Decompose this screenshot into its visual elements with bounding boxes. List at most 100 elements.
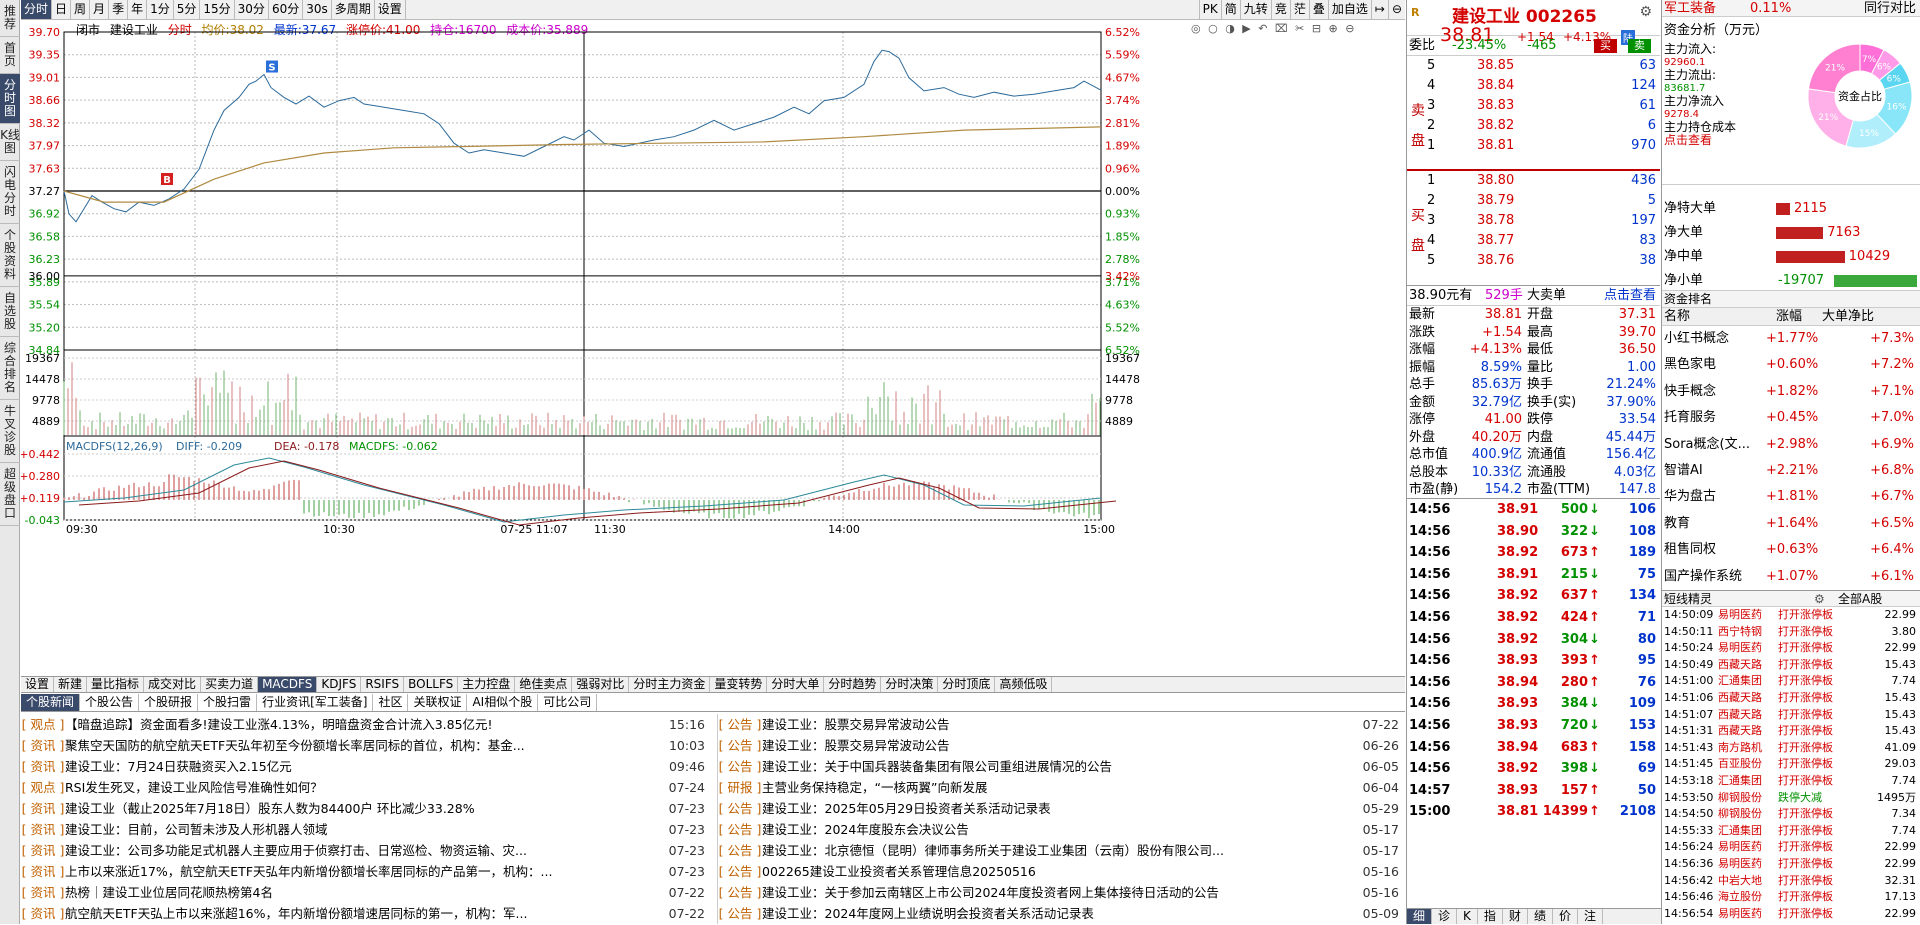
- sidebar-item[interactable]: 分时图: [0, 74, 20, 124]
- concept-name[interactable]: 快手概念: [1664, 379, 1716, 405]
- short-row[interactable]: 14:53:18 汇通集团 打开涨停板 7.74: [1662, 773, 1920, 790]
- short-stock[interactable]: 汇通集团: [1718, 673, 1762, 690]
- sidebar-item[interactable]: 闪电分时: [0, 161, 20, 224]
- short-stock[interactable]: 易明医药: [1718, 640, 1762, 657]
- short-row[interactable]: 14:51:31 西藏天路 打开涨停板 15.43: [1662, 723, 1920, 740]
- news-tab[interactable]: 个股研报: [139, 694, 199, 711]
- news-title[interactable]: 建设工业（截止2025年7月18日）股东人数为84400户 环比减少33.28%: [65, 801, 475, 816]
- news-title[interactable]: 建设工业：公司多功能足式机器人主要应用于侦察打击、日常巡检、物资运输、灾...: [65, 843, 527, 858]
- period-tab[interactable]: 月: [90, 0, 110, 19]
- toolbar-button[interactable]: 茫: [1289, 0, 1309, 19]
- sell-button[interactable]: 卖: [1628, 39, 1651, 53]
- indicator-tab[interactable]: KDJFS: [317, 677, 362, 692]
- toolbar-button[interactable]: 九转: [1239, 0, 1271, 19]
- short-row[interactable]: 14:50:49 西藏天路 打开涨停板 15.43: [1662, 657, 1920, 674]
- concept-row[interactable]: 国产操作系统 +1.07% +6.1%: [1662, 564, 1920, 590]
- concept-row[interactable]: 教育 +1.64% +6.5%: [1662, 511, 1920, 537]
- short-row[interactable]: 14:56:36 易明医药 打开涨停板 22.99: [1662, 856, 1920, 873]
- news-title[interactable]: 主营业务保持稳定，“一核两翼”向新发展: [762, 780, 987, 795]
- short-row[interactable]: 14:51:07 西藏天路 打开涨停板 15.43: [1662, 707, 1920, 724]
- short-row[interactable]: 14:51:43 南方路机 打开涨停板 41.09: [1662, 740, 1920, 757]
- news-tab[interactable]: 社区: [373, 694, 409, 711]
- collapse-icon[interactable]: ⊖: [1387, 0, 1405, 19]
- period-tab[interactable]: 季: [109, 0, 129, 19]
- toolbar-button[interactable]: PK: [1198, 0, 1221, 19]
- news-item[interactable]: [ 资讯 ]建设工业（截止2025年7月18日）股东人数为84400户 环比减少…: [21, 798, 711, 819]
- sidebar-item[interactable]: K线图: [0, 124, 20, 161]
- short-stock[interactable]: 柳钢股份: [1718, 790, 1762, 807]
- news-title[interactable]: RSI发生死叉，建设工业风险信号准确性如何？: [65, 780, 323, 795]
- news-tab[interactable]: 个股扫雷: [198, 694, 258, 711]
- period-tab[interactable]: 设置: [375, 0, 406, 19]
- order-level[interactable]: 4 38.77 83: [1427, 231, 1660, 251]
- news-item[interactable]: [ 公告 ]建设工业：2025年05月29日投资者关系活动记录表 05-29: [718, 798, 1405, 819]
- indicator-tab[interactable]: 设置: [21, 677, 55, 692]
- quote-tab[interactable]: K: [1457, 909, 1478, 924]
- news-item[interactable]: [ 资讯 ]热榜｜建设工业位居同花顺热榜第4名 07-22: [21, 882, 711, 903]
- indicator-tab[interactable]: 分时决策: [881, 677, 939, 692]
- news-item[interactable]: [ 公告 ]建设工业：股票交易异常波动公告 07-22: [718, 714, 1405, 735]
- indicator-tab[interactable]: MACDFS: [258, 677, 318, 692]
- order-level[interactable]: 2 38.79 5: [1427, 191, 1660, 211]
- news-title[interactable]: 航空航天ETF天弘上市以来涨超16%，年内新增份额增速居同标的第一，机构：军..…: [65, 906, 527, 921]
- news-item[interactable]: [ 公告 ]建设工业：关于参加云南辖区上市公司2024年度投资者网上集体接待日活…: [718, 882, 1405, 903]
- news-item[interactable]: [ 公告 ]建设工业：2024年度网上业绩说明会投资者关系活动记录表 05-09: [718, 903, 1405, 924]
- order-level[interactable]: 5 38.85 63: [1427, 56, 1660, 76]
- indicator-tab[interactable]: 买卖力道: [201, 677, 259, 692]
- period-tab[interactable]: 分时: [21, 0, 53, 19]
- news-tab[interactable]: 个股新闻: [21, 694, 81, 711]
- col-bignet[interactable]: 大单净比: [1822, 308, 1874, 326]
- short-stock[interactable]: 汇通集团: [1718, 773, 1762, 790]
- short-row[interactable]: 14:56:42 中岩大地 打开涨停板 32.31: [1662, 873, 1920, 890]
- indicator-tab[interactable]: 强弱对比: [572, 677, 630, 692]
- concept-row[interactable]: 小红书概念 +1.77% +7.3%: [1662, 326, 1920, 352]
- short-stock[interactable]: 西宁特钢: [1718, 624, 1762, 641]
- gear-icon[interactable]: ⚙: [1639, 4, 1652, 20]
- toolbar-button[interactable]: 简: [1220, 0, 1240, 19]
- peer-compare-link[interactable]: 同行对比: [1864, 0, 1916, 17]
- news-item[interactable]: [ 公告 ]002265建设工业投资者关系管理信息20250516 05-16: [718, 861, 1405, 882]
- short-row[interactable]: 14:55:33 汇通集团 打开涨停板 7.74: [1662, 823, 1920, 840]
- short-stock[interactable]: 西藏天路: [1718, 723, 1762, 740]
- news-tab[interactable]: 行业资讯[军工装备]: [257, 694, 374, 711]
- short-row[interactable]: 14:56:24 易明医药 打开涨停板 22.99: [1662, 839, 1920, 856]
- indicator-tab[interactable]: BOLLFS: [404, 677, 459, 692]
- news-item[interactable]: [ 观点 ]RSI发生死叉，建设工业风险信号准确性如何？ 07-24: [21, 777, 711, 798]
- news-item[interactable]: [ 观点 ]【暗盘追踪】资金面看多!建设工业涨4.13%，明暗盘资金合计流入3.…: [21, 714, 711, 735]
- concept-row[interactable]: 快手概念 +1.82% +7.1%: [1662, 379, 1920, 405]
- indicator-tab[interactable]: 分时大单: [767, 677, 825, 692]
- concept-row[interactable]: 华为盘古 +1.81% +6.7%: [1662, 484, 1920, 510]
- concept-name[interactable]: 小红书概念: [1664, 326, 1729, 352]
- news-tab[interactable]: 个股公告: [80, 694, 140, 711]
- sidebar-item[interactable]: 超级盘口: [0, 463, 20, 526]
- short-stock[interactable]: 百亚股份: [1718, 756, 1762, 773]
- quote-tab[interactable]: 诊: [1432, 909, 1458, 924]
- indicator-tab[interactable]: 分时顶底: [938, 677, 996, 692]
- short-stock[interactable]: 易明医药: [1718, 607, 1762, 624]
- order-level[interactable]: 3 38.83 61: [1427, 96, 1660, 116]
- quote-tab[interactable]: 绩: [1528, 909, 1553, 924]
- order-level[interactable]: 3 38.78 197: [1427, 211, 1660, 231]
- short-row[interactable]: 14:56:54 易明医药 打开涨停板 22.99: [1662, 906, 1920, 923]
- period-tab[interactable]: 日: [52, 0, 72, 19]
- period-tab[interactable]: 年: [128, 0, 148, 19]
- news-title[interactable]: 建设工业：目前，公司暂未涉及人形机器人领域: [65, 822, 328, 837]
- intraday-chart[interactable]: 39.70 6.52% 39.35 5.59% 39.01 4.67% 38.66 3.74%…: [21, 20, 1405, 676]
- sidebar-item[interactable]: 个股资料: [0, 224, 20, 287]
- big-order-link[interactable]: 点击查看: [1604, 286, 1656, 306]
- indicator-tab[interactable]: 量比指标: [87, 677, 145, 692]
- quote-tab[interactable]: 细: [1407, 909, 1433, 924]
- news-item[interactable]: [ 资讯 ]航空航天ETF天弘上市以来涨超16%，年内新增份额增速居同标的第一，…: [21, 903, 711, 924]
- news-item[interactable]: [ 公告 ]建设工业：北京德恒（昆明）律师事务所关于建设工业集团（云南）股份有限…: [718, 840, 1405, 861]
- short-stock[interactable]: 海立股份: [1718, 889, 1762, 906]
- news-title[interactable]: 建设工业：关于中国兵器装备集团有限公司重组进展情况的公告: [762, 759, 1112, 774]
- concept-name[interactable]: 教育: [1664, 511, 1690, 537]
- order-level[interactable]: 1 38.81 970: [1427, 136, 1660, 156]
- short-stock[interactable]: 西藏天路: [1718, 690, 1762, 707]
- order-level[interactable]: 1 38.80 436: [1427, 171, 1660, 191]
- news-title[interactable]: 建设工业：7月24日获融资买入2.15亿元: [65, 759, 292, 774]
- order-level[interactable]: 4 38.84 124: [1427, 76, 1660, 96]
- toolbar-button[interactable]: 竞: [1270, 0, 1290, 19]
- news-title[interactable]: 建设工业：股票交易异常波动公告: [762, 738, 950, 753]
- period-tab[interactable]: 1分: [147, 0, 174, 19]
